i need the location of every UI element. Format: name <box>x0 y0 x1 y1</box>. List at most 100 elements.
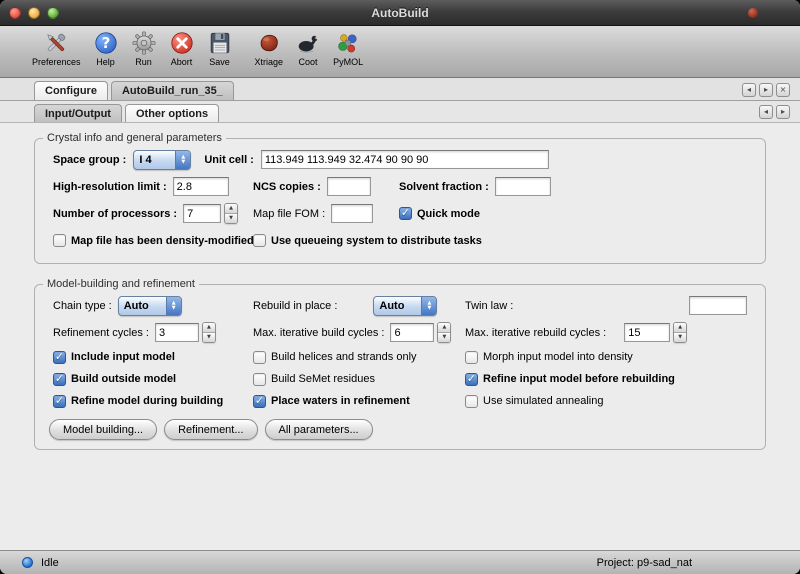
model-building-group: Model-building and refinement Chain type… <box>34 278 766 450</box>
check-icon: ✓ <box>255 395 264 406</box>
stepper-up-icon[interactable]: ▲ <box>203 323 215 333</box>
checkbox-build-semet[interactable]: ✓ Build SeMet residues <box>253 373 465 386</box>
checkbox-label: Include input model <box>71 351 175 363</box>
toolbar-label: Save <box>209 57 230 67</box>
checkbox-label: Refine model during building <box>71 395 223 407</box>
space-group-select[interactable]: I 4 ▲▼ <box>133 150 191 170</box>
toolbar-preferences-button[interactable]: Preferences <box>26 29 87 68</box>
checkbox-morph-input-model[interactable]: ✓ Morph input model into density <box>465 351 765 364</box>
checkbox-label: Map file has been density-modified <box>71 235 254 247</box>
refinement-cycles-stepper[interactable]: ▲ ▼ <box>202 322 216 343</box>
stepper-up-icon[interactable]: ▲ <box>225 204 237 214</box>
high-res-input[interactable] <box>173 177 229 196</box>
checkbox-box: ✓ <box>53 234 66 247</box>
stepper-up-icon[interactable]: ▲ <box>438 323 450 333</box>
checkbox-label: Morph input model into density <box>483 351 633 363</box>
twin-law-input[interactable] <box>689 296 747 315</box>
help-icon: ? <box>93 30 119 56</box>
checkbox-refine-during-building[interactable]: ✓ Refine model during building <box>53 395 253 408</box>
max-rebuild-cycles-stepper[interactable]: ▲ ▼ <box>673 322 687 343</box>
content-area: Crystal info and general parameters Spac… <box>0 123 800 550</box>
tab-back-icon[interactable]: ◂ <box>742 83 756 97</box>
stepper-up-icon[interactable]: ▲ <box>674 323 686 333</box>
max-rebuild-cycles-input[interactable] <box>624 323 670 342</box>
refinement-button[interactable]: Refinement... <box>164 419 257 440</box>
tab-input-output[interactable]: Input/Output <box>34 104 122 122</box>
tab-forward-icon[interactable]: ▸ <box>776 105 790 119</box>
max-build-cycles-stepper[interactable]: ▲ ▼ <box>437 322 451 343</box>
abort-icon <box>169 30 195 56</box>
high-res-field: High-resolution limit : <box>53 177 253 196</box>
checkbox-quick-mode[interactable]: ✓ Quick mode <box>399 207 765 220</box>
checkbox-build-helices-strands[interactable]: ✓ Build helices and strands only <box>253 351 465 364</box>
checkbox-include-input-model[interactable]: ✓ Include input model <box>53 351 253 364</box>
rebuild-in-place-select[interactable]: Auto ▲▼ <box>373 296 437 316</box>
toolbar-label: Preferences <box>32 57 81 67</box>
tab-close-icon[interactable]: × <box>776 83 790 97</box>
toolbar-save-button[interactable]: Save <box>201 29 239 68</box>
toolbar-label: Xtriage <box>255 57 284 67</box>
stepper-down-icon[interactable]: ▼ <box>203 333 215 342</box>
model-checkbox-row: ✓ Include input model ✓ Build helices an… <box>35 346 765 368</box>
rebuild-in-place-label: Rebuild in place : <box>253 300 337 312</box>
ncs-copies-label: NCS copies : <box>253 181 321 193</box>
checkbox-refine-input-before-rebuild[interactable]: ✓ Refine input model before rebuilding <box>465 373 765 386</box>
window-controls <box>9 7 59 19</box>
map-file-fom-input[interactable] <box>331 204 373 223</box>
check-icon: ✓ <box>55 351 64 362</box>
preferences-icon <box>43 30 69 56</box>
crystal-checkbox-row: ✓ Map file has been density-modified ✓ U… <box>35 227 765 254</box>
toolbar-pymol-button[interactable]: PyMOL <box>327 29 369 68</box>
map-file-fom-field: Map file FOM : <box>253 204 399 223</box>
checkbox-queueing-system[interactable]: ✓ Use queueing system to distribute task… <box>253 234 765 247</box>
num-processors-label: Number of processors : <box>53 208 177 220</box>
tab-back-icon[interactable]: ◂ <box>759 105 773 119</box>
checkbox-box: ✓ <box>465 351 478 364</box>
model-building-button[interactable]: Model building... <box>49 419 157 440</box>
processors-row: Number of processors : ▲ ▼ Map file FOM … <box>35 200 765 227</box>
resolution-row: High-resolution limit : NCS copies : Sol… <box>35 173 765 200</box>
check-icon: ✓ <box>401 207 410 218</box>
tab-autobuild-run[interactable]: AutoBuild_run_35_ <box>111 81 234 100</box>
chain-type-select[interactable]: Auto ▲▼ <box>118 296 182 316</box>
model-checkbox-row: ✓ Refine model during building ✓ Place w… <box>35 390 765 412</box>
tab-other-options[interactable]: Other options <box>125 104 219 122</box>
check-icon: ✓ <box>55 373 64 384</box>
checkbox-label: Build SeMet residues <box>271 373 375 385</box>
checkbox-density-modified[interactable]: ✓ Map file has been density-modified <box>53 234 253 247</box>
checkbox-box: ✓ <box>253 351 266 364</box>
checkbox-simulated-annealing[interactable]: ✓ Use simulated annealing <box>465 395 765 408</box>
parameter-buttons-row: Model building... Refinement... All para… <box>35 419 765 440</box>
stepper-down-icon[interactable]: ▼ <box>225 214 237 223</box>
toolbar-label: Run <box>135 57 152 67</box>
titlebar-indicator-icon <box>748 8 758 18</box>
minimize-window-button[interactable] <box>28 7 40 19</box>
toolbar-help-button[interactable]: ? Help <box>87 29 125 68</box>
all-parameters-button[interactable]: All parameters... <box>265 419 373 440</box>
num-processors-stepper[interactable]: ▲ ▼ <box>224 203 238 224</box>
close-window-button[interactable] <box>9 7 21 19</box>
model-checkbox-row: ✓ Build outside model ✓ Build SeMet resi… <box>35 368 765 390</box>
unit-cell-input[interactable] <box>261 150 549 169</box>
toolbar-xtriage-button[interactable]: Xtriage <box>249 29 290 68</box>
max-build-cycles-input[interactable] <box>390 323 434 342</box>
tab-configure[interactable]: Configure <box>34 81 108 100</box>
stepper-down-icon[interactable]: ▼ <box>438 333 450 342</box>
toolbar-run-button[interactable]: Run <box>125 29 163 68</box>
chain-type-value: Auto <box>119 297 166 315</box>
toolbar-coot-button[interactable]: Coot <box>289 29 327 68</box>
app-window: AutoBuild Preferences <box>0 0 800 574</box>
popup-arrows-icon: ▲▼ <box>421 297 436 315</box>
checkbox-build-outside-model[interactable]: ✓ Build outside model <box>53 373 253 386</box>
checkbox-box: ✓ <box>53 373 66 386</box>
tab-forward-icon[interactable]: ▸ <box>759 83 773 97</box>
num-processors-input[interactable] <box>183 204 221 223</box>
zoom-window-button[interactable] <box>47 7 59 19</box>
ncs-copies-input[interactable] <box>327 177 371 196</box>
stepper-down-icon[interactable]: ▼ <box>674 333 686 342</box>
checkbox-place-waters[interactable]: ✓ Place waters in refinement <box>253 395 465 408</box>
check-icon: ✓ <box>55 395 64 406</box>
refinement-cycles-input[interactable] <box>155 323 199 342</box>
toolbar-abort-button[interactable]: Abort <box>163 29 201 68</box>
solvent-fraction-input[interactable] <box>495 177 551 196</box>
